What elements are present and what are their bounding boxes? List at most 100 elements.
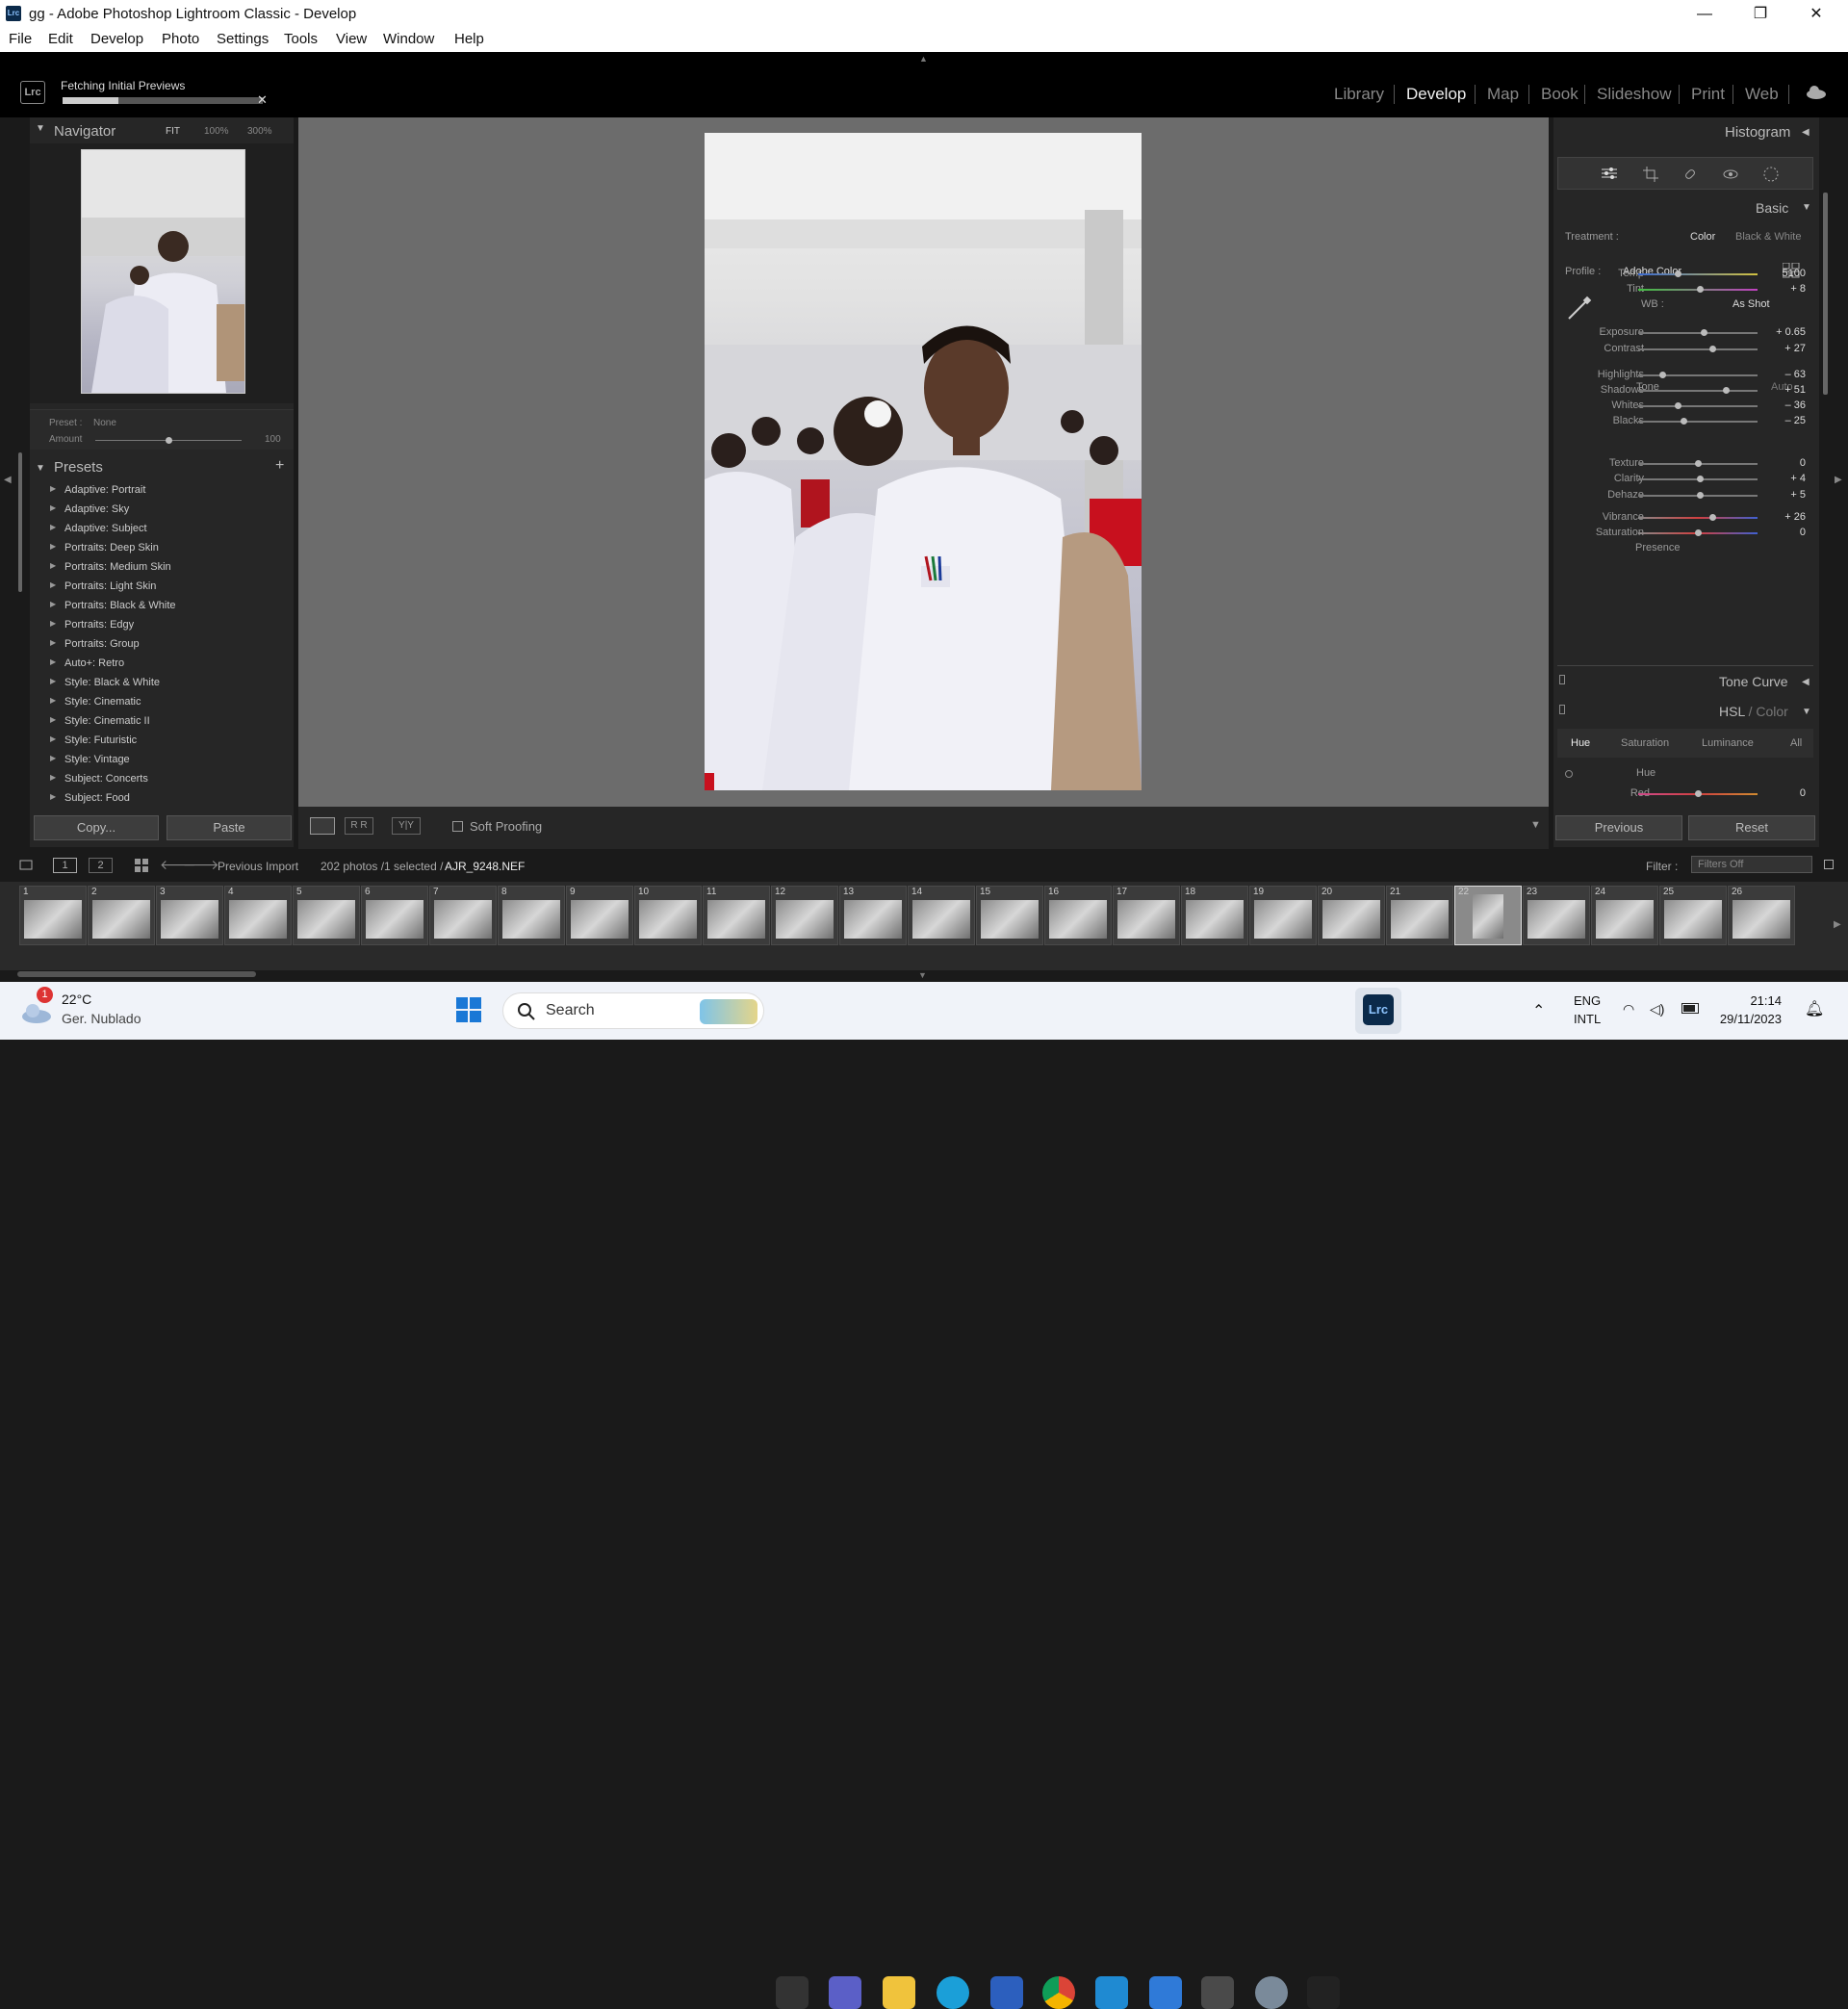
weather-desc[interactable]: Ger. Nublado — [62, 1011, 141, 1026]
minimize-button[interactable]: — — [1677, 0, 1732, 28]
hsl-toggle-icon[interactable] — [1559, 705, 1565, 714]
filmstrip-thumb[interactable]: 10 — [634, 886, 702, 945]
preset-expand-icon[interactable]: ▶ — [50, 638, 56, 647]
display-2-button[interactable]: 2 — [89, 858, 113, 873]
module-web[interactable]: Web — [1745, 85, 1779, 104]
hsl-title[interactable]: HSL / Color — [1719, 704, 1788, 719]
clock-date[interactable]: 29/11/2023 — [1704, 1012, 1782, 1026]
navigator-thumbnail[interactable] — [81, 149, 245, 394]
windows-start-icon[interactable] — [454, 995, 483, 1024]
preset-expand-icon[interactable]: ▶ — [50, 542, 56, 551]
slider-track[interactable] — [1638, 476, 1758, 482]
cloud-sync-icon[interactable] — [1805, 85, 1828, 100]
filmstrip-thumb[interactable]: 8 — [498, 886, 565, 945]
wb-eyedropper-icon[interactable] — [1565, 294, 1594, 322]
filmstrip-thumb[interactable]: 19 — [1249, 886, 1317, 945]
module-slideshow[interactable]: Slideshow — [1597, 85, 1672, 104]
lightroom-taskbar-active[interactable]: Lrc — [1355, 988, 1401, 1034]
preset-item[interactable]: ▶ Portraits: Group — [34, 635, 292, 655]
preset-item[interactable]: ▶ Auto+: Retro — [34, 655, 292, 674]
paste-button[interactable]: Paste — [167, 815, 292, 840]
battery-icon[interactable] — [1681, 1003, 1699, 1014]
filmstrip-thumb[interactable]: 20 — [1318, 886, 1385, 945]
toolbar-menu-icon[interactable]: ▼ — [1530, 819, 1541, 831]
preset-item[interactable]: ▶ Portraits: Light Skin — [34, 578, 292, 597]
filmstrip-thumb[interactable]: 4 — [224, 886, 292, 945]
slider-knob[interactable] — [1695, 460, 1702, 467]
soft-proofing-checkbox[interactable] — [452, 821, 463, 832]
histogram-collapse-icon[interactable]: ◀ — [1802, 127, 1810, 138]
hsl-label[interactable]: HSL — [1719, 704, 1745, 719]
filmstrip-scroll-right-icon[interactable]: ▶ — [1834, 919, 1841, 930]
slider-value[interactable]: 5100 — [1767, 268, 1806, 279]
slider-knob[interactable] — [1697, 476, 1704, 482]
preset-expand-icon[interactable]: ▶ — [50, 657, 56, 666]
language-intl[interactable]: INTL — [1574, 1012, 1601, 1026]
filmstrip-thumb[interactable]: 1 — [19, 886, 87, 945]
filmstrip-thumb[interactable]: 12 — [771, 886, 838, 945]
maximize-button[interactable]: ❐ — [1732, 0, 1788, 28]
zoom-fit[interactable]: FIT — [166, 126, 180, 137]
slider-knob[interactable] — [1709, 346, 1716, 352]
tone-curve-toggle-icon[interactable] — [1559, 675, 1565, 684]
hsl-red-slider[interactable] — [1638, 790, 1758, 797]
preset-item[interactable]: ▶ Adaptive: Portrait — [34, 481, 292, 501]
slider-track[interactable] — [1638, 529, 1758, 536]
slider-value[interactable]: + 51 — [1767, 384, 1806, 396]
preset-expand-icon[interactable]: ▶ — [50, 619, 56, 628]
volume-icon[interactable]: ◁) — [1650, 1001, 1664, 1017]
reset-button[interactable]: Reset — [1688, 815, 1815, 840]
masking-icon[interactable] — [1762, 166, 1780, 183]
slider-knob[interactable] — [1709, 514, 1716, 521]
filmstrip-thumb[interactable]: 21 — [1386, 886, 1453, 945]
preset-item[interactable]: ▶ Adaptive: Sky — [34, 501, 292, 520]
previous-button[interactable]: Previous — [1555, 815, 1682, 840]
selected-filename[interactable]: AJR_9248.NEF — [445, 860, 525, 873]
preset-expand-icon[interactable]: ▶ — [50, 561, 56, 570]
preset-item[interactable]: ▶ Portraits: Medium Skin — [34, 558, 292, 578]
slider-value[interactable]: + 4 — [1767, 473, 1806, 484]
before-after-rr-icon[interactable]: R R — [345, 817, 373, 835]
slider-knob[interactable] — [1659, 372, 1666, 378]
preset-item[interactable]: ▶ Subject: Concerts — [34, 770, 292, 789]
tray-chevron-icon[interactable]: ⌃ — [1532, 1001, 1545, 1020]
collapse-top-icon[interactable]: ▲ — [919, 54, 929, 64]
red-eye-icon[interactable] — [1723, 167, 1738, 182]
filmstrip-thumb[interactable]: 17 — [1113, 886, 1180, 945]
preset-item[interactable]: ▶ Adaptive: Subject — [34, 520, 292, 539]
slider-value[interactable]: – 63 — [1767, 369, 1806, 380]
hsl-tab-luminance[interactable]: Luminance — [1702, 737, 1754, 749]
preset-item[interactable]: ▶ Portraits: Edgy — [34, 616, 292, 635]
preset-expand-icon[interactable]: ▶ — [50, 792, 56, 801]
filmstrip-thumb[interactable]: 16 — [1044, 886, 1112, 945]
slider-knob[interactable] — [1697, 492, 1704, 499]
filmstrip-thumb[interactable]: 3 — [156, 886, 223, 945]
menu-help[interactable]: Help — [454, 31, 484, 47]
menu-view[interactable]: View — [336, 31, 367, 47]
slider-track[interactable] — [1638, 346, 1758, 352]
add-preset-icon[interactable]: + — [275, 457, 284, 475]
taskbar-search-box[interactable]: Search — [502, 992, 764, 1029]
preset-item[interactable]: ▶ Style: Futuristic — [34, 732, 292, 751]
display-1-button[interactable]: 1 — [53, 858, 77, 873]
preset-expand-icon[interactable]: ▶ — [50, 600, 56, 608]
secondary-display-icon[interactable] — [19, 859, 33, 872]
slider-track[interactable] — [1638, 514, 1758, 521]
slider-track[interactable] — [1638, 329, 1758, 336]
slider-knob[interactable] — [1723, 387, 1730, 394]
cancel-fetch-icon[interactable]: ✕ — [257, 92, 268, 108]
slider-value[interactable]: + 27 — [1767, 343, 1806, 354]
weather-temp[interactable]: 22°C — [62, 992, 91, 1007]
filmstrip-thumb[interactable]: 5 — [293, 886, 360, 945]
slider-knob[interactable] — [1697, 286, 1704, 293]
loupe-view-icon[interactable] — [310, 817, 335, 835]
wifi-icon[interactable]: ◠ — [1623, 1001, 1634, 1017]
filmstrip-thumb[interactable]: 25 — [1659, 886, 1727, 945]
teams-icon[interactable] — [829, 1976, 861, 2009]
filmstrip-thumb[interactable]: 22 — [1454, 886, 1522, 945]
menu-edit[interactable]: Edit — [48, 31, 73, 47]
presets-collapse-icon[interactable]: ▼ — [36, 463, 45, 474]
edit-sliders-icon[interactable] — [1602, 167, 1617, 180]
slider-knob[interactable] — [1701, 329, 1707, 336]
crop-icon[interactable] — [1643, 167, 1658, 182]
